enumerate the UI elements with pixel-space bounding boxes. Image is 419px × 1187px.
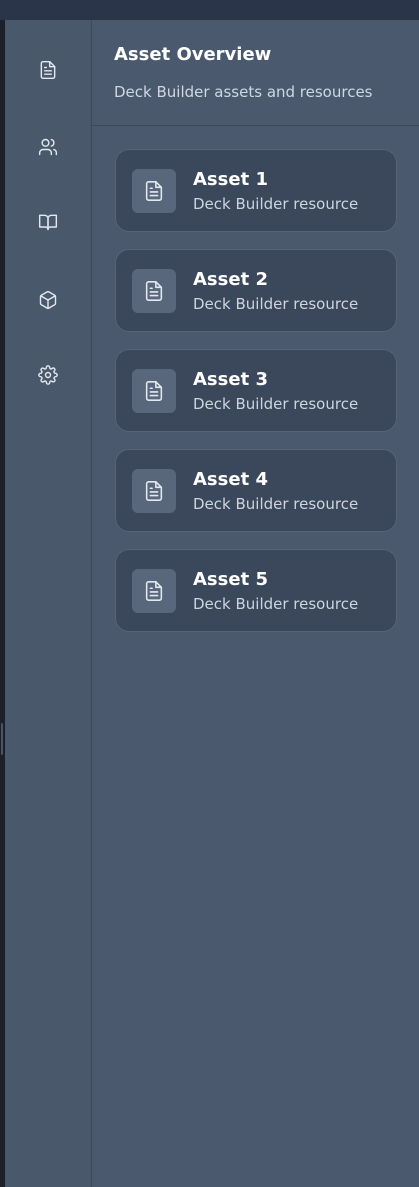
sidebar-item-library[interactable] [33, 207, 63, 237]
sidebar-item-users[interactable] [33, 132, 63, 162]
file-text-icon [145, 481, 163, 501]
file-text-icon [145, 581, 163, 601]
asset-name: Asset 4 [193, 469, 268, 490]
page-subtitle: Deck Builder assets and resources [114, 83, 373, 101]
app-window: Asset Overview Deck Builder assets and r… [0, 0, 419, 1187]
asset-description: Deck Builder resource [193, 595, 359, 613]
resize-handle[interactable] [1, 723, 3, 755]
file-text-icon [145, 381, 163, 401]
file-text-icon [145, 281, 163, 301]
asset-thumbnail [132, 269, 176, 313]
asset-thumbnail [132, 169, 176, 213]
users-icon [38, 138, 58, 156]
asset-name: Asset 3 [193, 369, 268, 390]
file-text-icon [40, 60, 56, 80]
box-icon [39, 290, 57, 310]
asset-thumbnail [132, 569, 176, 613]
asset-card[interactable]: Asset 2 Deck Builder resource [115, 249, 397, 332]
sidebar-item-settings[interactable] [33, 360, 63, 390]
file-text-icon [145, 181, 163, 201]
panel-header: Asset Overview Deck Builder assets and r… [92, 20, 419, 126]
asset-panel: Asset Overview Deck Builder assets and r… [92, 20, 419, 1187]
asset-thumbnail [132, 469, 176, 513]
page-title: Asset Overview [114, 44, 272, 65]
asset-name: Asset 5 [193, 569, 268, 590]
asset-description: Deck Builder resource [193, 495, 359, 513]
asset-name: Asset 2 [193, 269, 268, 290]
asset-list: Asset 1 Deck Builder resource Asset 2 De… [115, 149, 397, 649]
sidebar-item-packages[interactable] [33, 285, 63, 315]
asset-name: Asset 1 [193, 169, 268, 190]
asset-card[interactable]: Asset 1 Deck Builder resource [115, 149, 397, 232]
asset-description: Deck Builder resource [193, 195, 359, 213]
asset-card[interactable]: Asset 5 Deck Builder resource [115, 549, 397, 632]
asset-description: Deck Builder resource [193, 395, 359, 413]
sidebar-rail [5, 20, 92, 1187]
asset-card[interactable]: Asset 4 Deck Builder resource [115, 449, 397, 532]
asset-description: Deck Builder resource [193, 295, 359, 313]
sidebar-item-documents[interactable] [33, 55, 63, 85]
asset-thumbnail [132, 369, 176, 413]
asset-card[interactable]: Asset 3 Deck Builder resource [115, 349, 397, 432]
book-open-icon [38, 214, 58, 231]
top-bar [0, 0, 419, 20]
settings-icon [38, 365, 58, 385]
